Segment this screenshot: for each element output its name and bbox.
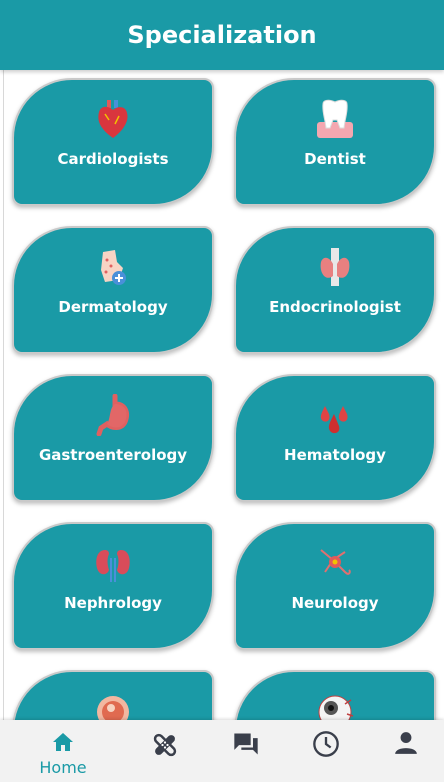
nav-home[interactable]: Home [33,730,93,780]
profile-icon [395,732,417,754]
chat-icon [234,733,258,755]
bandage-icon [153,733,177,757]
nav-profile[interactable] [376,730,436,780]
specialization-grid: Cardiologists Dentist Dermatology Endocr… [0,70,444,720]
skin-icon [101,250,126,285]
thyroid-icon [320,248,350,286]
specialization-label: Gastroenterology [38,446,188,464]
specialization-label: Endocrinologist [269,298,401,316]
nav-history[interactable] [296,730,356,780]
specialization-card-hematology[interactable]: Hematology [234,374,436,502]
specialization-card-obstetrics[interactable] [12,670,214,720]
specialization-card-endocrinologist[interactable]: Endocrinologist [234,226,436,354]
neuron-icon [320,549,351,575]
nav-home-label: Home [39,758,87,777]
app-header: Specialization [0,0,444,70]
stomach-icon [96,394,130,436]
specialization-label: Cardiologists [57,150,169,168]
fetus-icon [97,696,129,720]
heart-icon [98,100,128,138]
bottom-navigation: Home [0,720,444,782]
specialization-card-nephrology[interactable]: Nephrology [12,522,214,650]
nav-messages[interactable] [216,730,276,780]
specialization-card-ophthalmology[interactable] [234,670,436,720]
tooth-icon [317,99,353,138]
home-icon [53,733,73,751]
specialization-label: Neurology [291,594,379,612]
specialization-label: Dentist [304,150,366,168]
page-title: Specialization [127,21,317,49]
specialization-label: Hematology [284,446,386,464]
specialization-card-neurology[interactable]: Neurology [234,522,436,650]
eye-icon [318,695,354,720]
specialization-label: Dermatology [58,298,168,316]
specialization-card-gastroenterology[interactable]: Gastroenterology [12,374,214,502]
kidneys-icon [96,550,130,582]
specialization-label: Nephrology [64,594,162,612]
nav-services[interactable] [135,730,195,780]
blood-drops-icon [320,406,348,434]
clock-icon [313,731,339,757]
specialization-card-dermatology[interactable]: Dermatology [12,226,214,354]
specialization-card-dentist[interactable]: Dentist [234,78,436,206]
specialization-card-cardiologists[interactable]: Cardiologists [12,78,214,206]
